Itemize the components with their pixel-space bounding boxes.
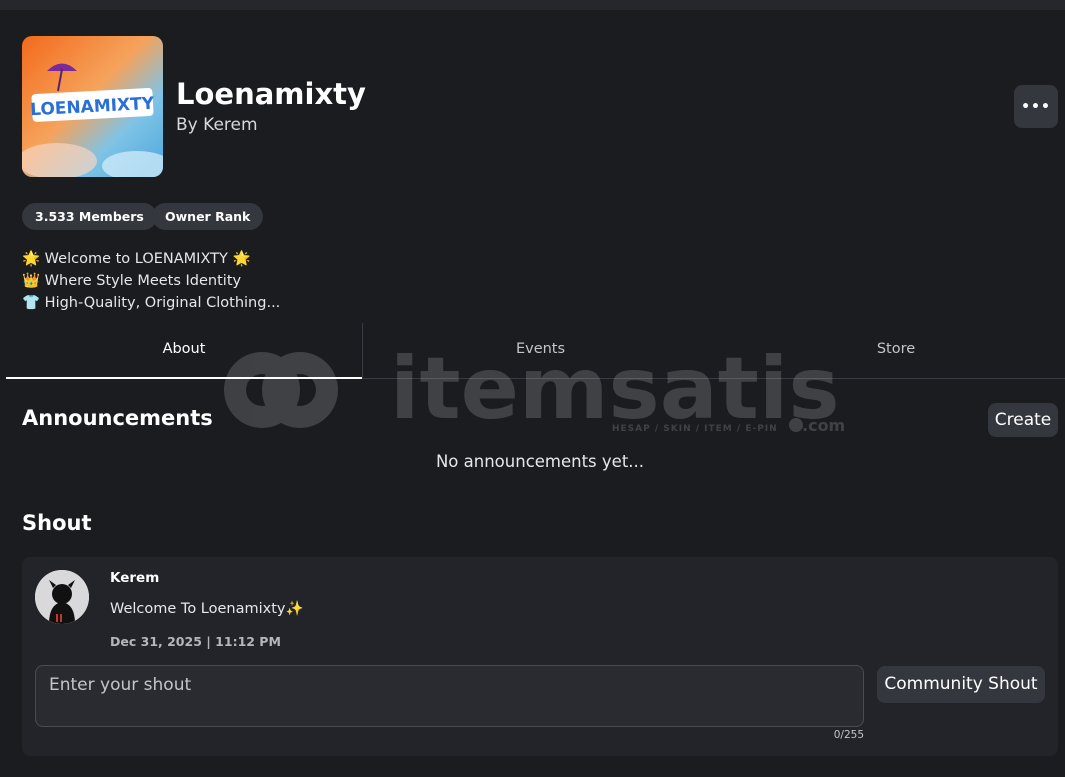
watermark-suffix: .com xyxy=(802,416,845,435)
avatar[interactable] xyxy=(35,570,89,624)
rank-chip[interactable]: Owner Rank xyxy=(152,203,264,230)
tab-events[interactable]: Events xyxy=(362,323,718,379)
shout-message: Welcome To Loenamixty✨ xyxy=(110,601,304,617)
shout-author[interactable]: Kerem xyxy=(110,570,159,586)
more-options-button[interactable]: ••• xyxy=(1014,85,1058,128)
description-line: 👑 Where Style Meets Identity xyxy=(22,273,242,289)
group-name: Loenamixty xyxy=(176,77,366,111)
empty-announcements-text: No announcements yet... xyxy=(435,452,645,471)
group-logo: LOENAMIXTY xyxy=(22,36,163,177)
shout-title: Shout xyxy=(22,511,92,535)
by-label: By xyxy=(176,115,198,135)
shout-input[interactable] xyxy=(35,665,864,727)
watermark-tagline: HESAP / SKIN / ITEM / E-PIN xyxy=(612,424,778,434)
tab-store[interactable]: Store xyxy=(718,323,1065,379)
char-count: 0/255 xyxy=(833,729,864,741)
top-bar xyxy=(0,0,1065,10)
owner-link[interactable]: Kerem xyxy=(203,115,257,135)
ellipsis-icon: ••• xyxy=(1021,98,1051,115)
members-chip[interactable]: 3.533 Members xyxy=(22,203,157,230)
create-announcement-button[interactable]: Create xyxy=(988,403,1058,437)
group-owner: By Kerem xyxy=(176,114,258,136)
shout-card: Kerem Welcome To Loenamixty✨ Dec 31, 202… xyxy=(22,557,1058,756)
announcements-title: Announcements xyxy=(22,406,213,430)
description-line: 👕 High-Quality, Original Clothing... xyxy=(22,295,281,311)
community-shout-button[interactable]: Community Shout xyxy=(877,666,1045,703)
group-description: 🌟 Welcome to LOENAMIXTY 🌟 👑 Where Style … xyxy=(22,248,280,314)
tab-about[interactable]: About xyxy=(6,323,362,379)
tab-bar: About Events Store xyxy=(6,323,1065,379)
description-line: 🌟 Welcome to LOENAMIXTY 🌟 xyxy=(22,251,251,267)
shout-timestamp: Dec 31, 2025 | 11:12 PM xyxy=(110,634,281,649)
